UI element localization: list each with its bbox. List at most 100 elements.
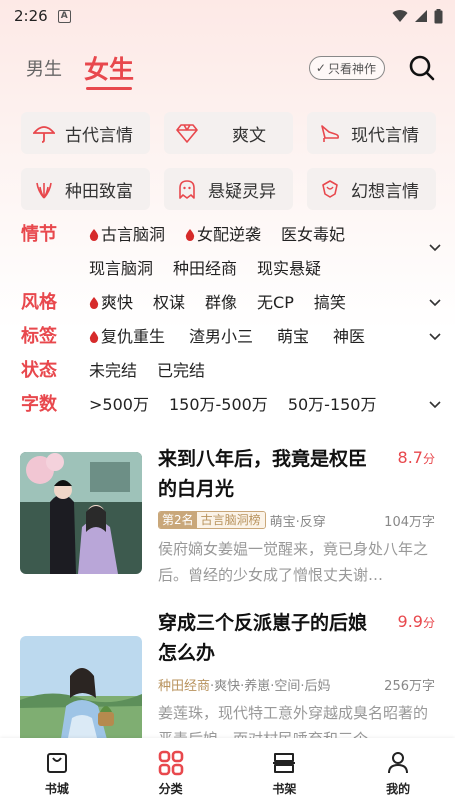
book-tags: ·爽快·养崽·空间·后妈 <box>210 678 331 694</box>
shelf-icon <box>270 749 298 777</box>
book-main-tag[interactable]: 种田经商 <box>158 675 210 694</box>
book-cover <box>20 452 142 574</box>
filter-option[interactable]: 爽快 <box>89 292 133 314</box>
check-icon: ✓ <box>315 61 326 75</box>
wifi-icon <box>392 10 408 22</box>
book-word-count: 256万字 <box>384 678 435 694</box>
filter-label: 字数 <box>21 394 57 415</box>
filter-option[interactable]: 现实悬疑 <box>257 258 321 280</box>
status-bar: 2:26 A <box>0 0 455 32</box>
filter-option[interactable]: 渣男小三 <box>189 326 253 348</box>
person-icon <box>384 749 412 777</box>
grid-icon <box>157 749 185 777</box>
book-info: 来到八年后，我竟是权臣的白月光 8.7分 第2名 古言脑洞榜 萌宝·反穿 104… <box>158 444 435 596</box>
filter-label: 风格 <box>21 292 57 313</box>
filter-option[interactable]: 50万-150万 <box>288 394 377 416</box>
ghost-icon <box>176 178 198 200</box>
filter-label: 标签 <box>21 326 57 347</box>
filter-option[interactable]: 未完结 <box>89 360 137 382</box>
filter-option[interactable]: 权谋 <box>153 292 185 314</box>
nav-label: 书城 <box>44 782 69 796</box>
category-suspense[interactable]: 悬疑灵异 <box>164 168 293 210</box>
notification-a-icon: A <box>57 9 71 23</box>
category-label: 现代言情 <box>351 125 419 146</box>
hot-drop-icon <box>89 229 99 241</box>
nav-label: 书架 <box>272 782 297 796</box>
filter-row-plot: 情节 古言脑洞 女配逆袭 医女毒妃 现言脑洞 种田经商 现实悬疑 <box>21 222 445 290</box>
category-farming[interactable]: 种田致富 <box>21 168 150 210</box>
rank-badge[interactable]: 第2名 古言脑洞榜 <box>158 511 266 529</box>
book-tags: 萌宝·反穿 <box>269 514 326 530</box>
filter-option[interactable]: 医女毒妃 <box>281 224 345 246</box>
category-modern-romance[interactable]: 现代言情 <box>307 112 436 154</box>
filter-option[interactable]: 群像 <box>205 292 237 314</box>
filter-option[interactable]: 神医 <box>333 326 365 348</box>
bottom-nav: 书城 分类 书架 我的 <box>0 738 455 808</box>
filter-option[interactable]: 复仇重生 <box>89 326 165 348</box>
chevron-down-icon[interactable] <box>427 295 443 311</box>
filter-option[interactable]: 女配逆袭 <box>185 224 261 246</box>
search-button[interactable] <box>407 53 437 83</box>
top-header: 男生 女生 ✓ 只看神作 <box>0 32 455 104</box>
filter-option[interactable]: 现言脑洞 <box>89 258 153 280</box>
filter-option[interactable]: 萌宝 <box>277 326 309 348</box>
filter-section: 情节 古言脑洞 女配逆袭 医女毒妃 现言脑洞 种田经商 现实悬疑 风格 爽快 权… <box>0 210 455 436</box>
nav-label: 我的 <box>386 782 411 796</box>
rose-icon <box>319 178 341 200</box>
category-ancient-romance[interactable]: 古代言情 <box>21 112 150 154</box>
book-score: 8.7分 <box>397 448 435 467</box>
category-grid: 古代言情 爽文 现代言情 种田致富 悬疑灵异 幻想言情 <box>0 104 455 210</box>
book-score: 9.9分 <box>397 612 435 631</box>
nav-mine[interactable]: 我的 <box>363 749 433 797</box>
book-item[interactable]: 穿成三个反派崽子的后娘怎么办 9.9分 种田经商 ·爽快·养崽·空间·后妈 25… <box>20 596 455 758</box>
filter-option[interactable]: 搞笑 <box>314 292 346 314</box>
category-fantasy-romance[interactable]: 幻想言情 <box>307 168 436 210</box>
high-heel-icon <box>319 122 341 144</box>
bag-icon <box>43 749 71 777</box>
filter-label: 状态 <box>21 360 57 381</box>
status-icons <box>392 8 443 24</box>
book-title: 穿成三个反派崽子的后娘怎么办 <box>158 612 368 664</box>
tab-female[interactable]: 女生 <box>84 50 134 90</box>
category-label: 悬疑灵异 <box>208 181 276 202</box>
masterpiece-filter-label: 只看神作 <box>327 61 376 76</box>
filter-row-state: 状态 未完结 已完结 <box>21 358 445 392</box>
filter-label: 情节 <box>21 224 57 245</box>
book-list: 来到八年后，我竟是权臣的白月光 8.7分 第2名 古言脑洞榜 萌宝·反穿 104… <box>0 436 455 758</box>
filter-option[interactable]: 古言脑洞 <box>89 224 165 246</box>
chevron-down-icon[interactable] <box>427 397 443 413</box>
filter-option[interactable]: 已完结 <box>157 360 205 382</box>
filter-option[interactable]: >500万 <box>89 394 149 416</box>
category-label: 古代言情 <box>65 125 133 146</box>
book-title: 来到八年后，我竟是权臣的白月光 <box>158 448 368 500</box>
filter-row-words: 字数 >500万 150万-500万 50万-150万 <box>21 392 445 436</box>
hot-drop-icon <box>185 229 195 241</box>
chevron-down-icon[interactable] <box>427 329 443 345</box>
chevron-down-icon[interactable] <box>427 240 443 256</box>
hot-drop-icon <box>89 331 99 343</box>
signal-icon <box>415 10 427 22</box>
umbrella-icon <box>33 122 55 144</box>
category-cool-fiction[interactable]: 爽文 <box>164 112 293 154</box>
filter-row-style: 风格 爽快 权谋 群像 无CP 搞笑 <box>21 290 445 324</box>
search-icon <box>409 55 435 81</box>
hot-drop-icon <box>89 297 99 309</box>
book-item[interactable]: 来到八年后，我竟是权臣的白月光 8.7分 第2名 古言脑洞榜 萌宝·反穿 104… <box>20 436 455 596</box>
nav-category[interactable]: 分类 <box>136 749 206 797</box>
filter-option[interactable]: 150万-500万 <box>169 394 268 416</box>
status-time: 2:26 <box>14 7 48 25</box>
nav-bookshelf[interactable]: 书架 <box>249 749 319 797</box>
nav-label: 分类 <box>158 782 183 796</box>
filter-option[interactable]: 种田经商 <box>173 258 237 280</box>
masterpiece-filter-toggle[interactable]: ✓ 只看神作 <box>308 56 385 80</box>
category-label: 幻想言情 <box>351 181 419 202</box>
wheat-icon <box>33 178 55 200</box>
tab-male[interactable]: 男生 <box>26 55 62 81</box>
battery-icon <box>434 8 443 23</box>
filter-option[interactable]: 无CP <box>257 292 294 314</box>
diamond-icon <box>176 122 198 144</box>
nav-bookstore[interactable]: 书城 <box>22 749 92 797</box>
book-meta: 种田经商 ·爽快·养崽·空间·后妈 256万字 <box>158 674 435 694</box>
book-meta: 第2名 古言脑洞榜 萌宝·反穿 104万字 <box>158 510 435 530</box>
category-label: 爽文 <box>232 125 266 146</box>
